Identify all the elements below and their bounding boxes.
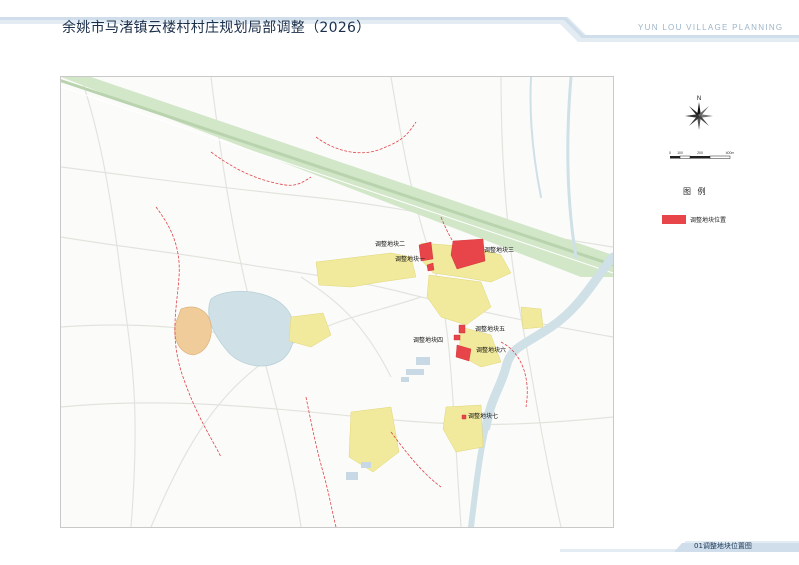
orange-zone bbox=[174, 306, 212, 356]
figure-caption: 01调整地块位置图 bbox=[694, 542, 752, 550]
legend-title: 图 例 bbox=[683, 187, 708, 196]
plot-label-2: 调整地块二 bbox=[375, 241, 406, 248]
scale-bar: 0 100 200 400m bbox=[669, 151, 734, 159]
plot-label-6: 调整地块六 bbox=[476, 347, 507, 354]
plot-label-1: 调整地块一 bbox=[395, 256, 426, 263]
plot-7 bbox=[461, 414, 467, 420]
svg-text:400m: 400m bbox=[726, 151, 734, 155]
plot-label-3: 调整地块三 bbox=[484, 247, 515, 254]
svg-text:100: 100 bbox=[677, 151, 683, 155]
page-title: 余姚市马渚镇云楼村村庄规划局部调整（2026） bbox=[62, 20, 371, 36]
svg-text:0: 0 bbox=[669, 151, 671, 155]
village-plan-map[interactable]: 调整地块二 调整地块三 调整地块一 调整地块五 调整地块四 调整地块六 调整地块… bbox=[60, 76, 614, 528]
plot-label-5: 调整地块五 bbox=[475, 326, 506, 333]
road-network bbox=[61, 77, 613, 527]
plot-label-4: 调整地块四 bbox=[413, 337, 444, 344]
svg-text:200: 200 bbox=[697, 151, 703, 155]
legend-item-label: 调整地块位置 bbox=[690, 217, 727, 224]
river bbox=[468, 77, 613, 527]
map-canvas bbox=[61, 77, 613, 527]
plot-label-7: 调整地块七 bbox=[468, 413, 499, 420]
legend-swatch bbox=[662, 215, 686, 224]
footer-band bbox=[560, 541, 799, 552]
brand-label: YUN LOU VILLAGE PLANNING bbox=[638, 23, 784, 32]
lake bbox=[208, 290, 295, 367]
north-label: N bbox=[697, 96, 701, 102]
plot-5 bbox=[458, 324, 466, 334]
plot-4 bbox=[453, 334, 461, 341]
north-arrow-icon: N bbox=[685, 96, 713, 130]
